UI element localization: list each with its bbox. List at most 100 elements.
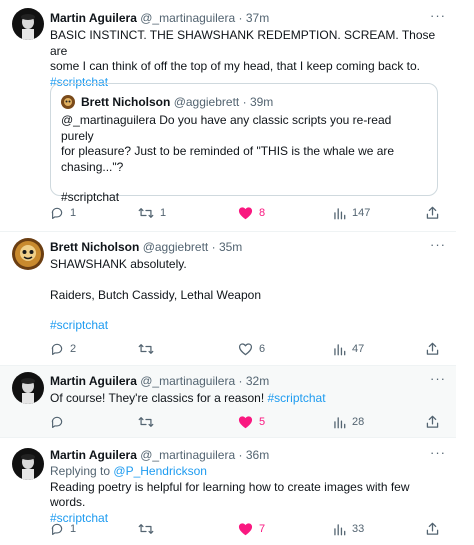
tweet-text-line: Raiders, Butch Cassidy, Lethal Weapon [50,287,262,302]
share-button[interactable] [426,521,439,537]
heart-filled-icon [238,416,253,429]
retweet-icon [138,524,154,534]
heart-filled-icon [238,523,253,536]
more-options-icon[interactable]: ··· [430,237,446,253]
replying-to-link[interactable]: @P_Hendrickson [113,464,207,478]
quote-text: @_martinaguilera Do you have any classic… [61,113,427,206]
quote-timestamp: 39m [249,95,274,109]
retweet-button[interactable] [138,521,160,537]
like-count: 5 [259,416,266,428]
reply-button[interactable] [50,414,70,430]
share-icon [426,206,439,219]
author-handle[interactable]: @aggiebrett [143,240,209,254]
separator: · [211,240,216,254]
like-button[interactable]: 7 [238,521,265,537]
author-name[interactable]: Martin Aguilera [50,11,137,25]
more-options-icon[interactable]: ··· [430,445,446,461]
replying-to: Replying to @P_Hendrickson [50,464,446,480]
reply-count: 1 [70,523,77,535]
views-chart-icon [334,207,346,219]
avatar-martin-icon [12,448,44,480]
share-icon [426,415,439,428]
tweet-text: Reading poetry is helpful for learning h… [50,480,446,527]
tweet-3[interactable]: Martin Aguilera @_martinaguilera · 32m ·… [0,366,456,438]
views-chart-icon [334,523,346,535]
views-button[interactable]: 28 [333,414,364,430]
author-handle[interactable]: @_martinaguilera [140,448,235,462]
share-button[interactable] [426,414,439,430]
tweet-text-line: some I can think of off the top of my he… [50,59,420,73]
reply-count: 2 [70,343,77,355]
views-chart-icon [334,416,346,428]
quote-author-name: Brett Nicholson [81,95,171,109]
timestamp[interactable]: 37m [246,11,269,25]
heart-filled-icon [238,207,253,220]
quote-avatar [61,95,75,109]
timestamp[interactable]: 32m [246,374,269,388]
separator: · [238,374,243,388]
author-name[interactable]: Brett Nicholson [50,240,139,254]
tweet-actions: 1 1 8 147 [50,205,440,221]
quoted-tweet[interactable]: Brett Nicholson @aggiebrett · 39m @_mart… [50,83,438,204]
views-chart-icon [334,343,346,355]
tweet-actions: 1 7 33 [50,521,440,537]
avatar[interactable] [12,372,44,404]
avatar-martin-icon [12,8,44,40]
replying-to-label: Replying to [50,464,111,478]
reply-button[interactable]: 2 [50,341,76,357]
share-icon [426,522,439,535]
reply-icon [51,343,63,356]
retweet-button[interactable] [138,341,160,357]
retweet-button[interactable]: 1 [138,205,166,221]
tweet-text-line: BASIC INSTINCT. THE SHAWSHANK REDEMPTION… [50,28,436,58]
share-button[interactable] [426,341,439,357]
tweet-text-line: Reading poetry is helpful for learning h… [50,479,410,510]
view-count: 47 [352,343,365,355]
avatar-brett-icon [61,95,75,109]
heart-outline-icon [238,343,253,356]
more-options-icon[interactable]: ··· [430,8,446,24]
tweet-4[interactable]: Martin Aguilera @_martinaguilera · 36m ·… [0,438,456,545]
tweet-1[interactable]: Martin Aguilera @_martinaguilera · 37m ·… [0,0,456,232]
like-count: 6 [259,343,266,355]
tweet-text: SHAWSHANK absolutely. Raiders, Butch Cas… [50,257,446,334]
separator: · [242,95,247,109]
author-name[interactable]: Martin Aguilera [50,448,137,462]
retweet-icon [138,344,154,354]
retweet-icon [138,208,154,218]
reply-icon [51,523,63,536]
author-handle[interactable]: @_martinaguilera [140,374,235,388]
share-button[interactable] [426,205,439,221]
timestamp[interactable]: 36m [246,448,269,462]
timestamp[interactable]: 35m [219,240,242,254]
reply-icon [51,207,63,220]
tweet-2[interactable]: Brett Nicholson @aggiebrett · 35m ··· SH… [0,232,456,366]
more-options-icon[interactable]: ··· [430,371,446,387]
retweet-count: 1 [160,207,167,219]
separator: · [238,448,243,462]
share-icon [426,342,439,355]
hashtag-link[interactable]: #scriptchat [268,391,326,405]
views-button[interactable]: 33 [333,521,364,537]
avatar[interactable] [12,238,44,270]
view-count: 33 [352,523,365,535]
tweet-actions: 5 28 [50,414,440,430]
tweet-text-line: Of course! They're classics for a reason… [50,391,265,405]
like-button[interactable]: 8 [238,205,265,221]
retweet-button[interactable] [138,414,160,430]
like-button[interactable]: 5 [238,414,265,430]
hashtag-link[interactable]: #scriptchat [50,318,108,332]
avatar[interactable] [12,8,44,40]
reply-button[interactable]: 1 [50,205,76,221]
separator: · [238,11,243,25]
author-name[interactable]: Martin Aguilera [50,374,137,388]
avatar-martin-icon [12,372,44,404]
reply-button[interactable]: 1 [50,521,76,537]
views-button[interactable]: 47 [333,341,364,357]
like-button[interactable]: 6 [238,341,265,357]
avatar[interactable] [12,448,44,480]
views-button[interactable]: 147 [333,205,370,221]
author-handle[interactable]: @_martinaguilera [140,11,235,25]
quote-text-line: @_martinaguilera Do you have any classic… [61,113,392,143]
tweet-actions: 2 6 47 [50,341,440,357]
